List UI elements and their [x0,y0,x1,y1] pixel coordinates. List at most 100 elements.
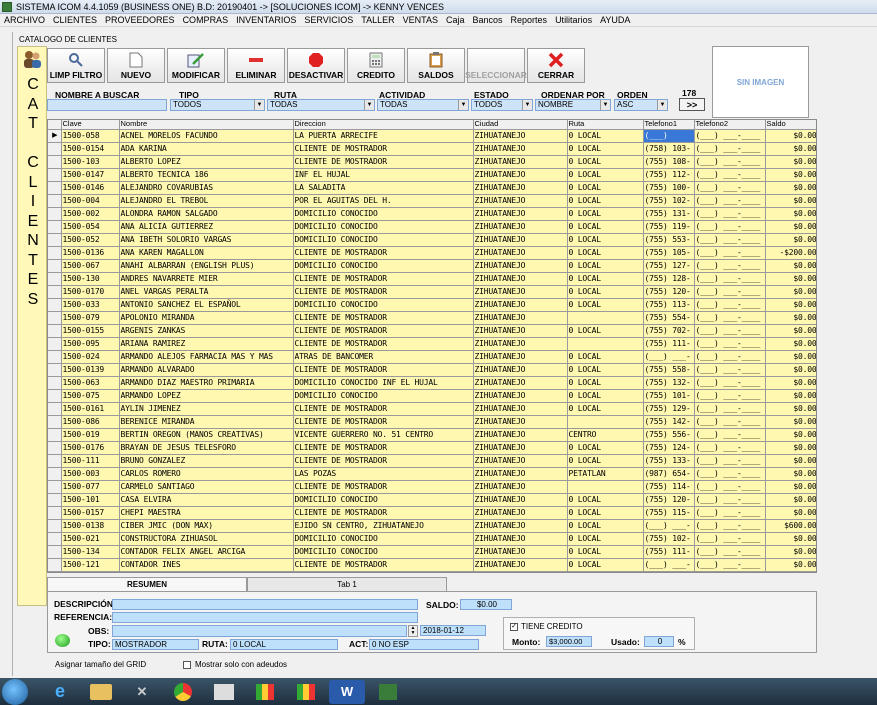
cell-ruta[interactable]: 0 LOCAL [567,441,644,455]
cell-saldo[interactable]: $0.00 [765,506,816,520]
row-selector[interactable] [48,545,62,559]
cell-clave[interactable]: 1500-103 [61,155,120,169]
cell-ciudad[interactable]: ZIHUATANEJO [473,168,568,182]
cell-saldo[interactable]: $0.00 [765,298,816,312]
row-selector[interactable] [48,363,62,377]
cell-ciudad[interactable]: ZIHUATANEJO [473,532,568,546]
cell-telefono1[interactable]: (755) 111- [643,545,695,559]
row-selector[interactable] [48,324,62,338]
cell-clave[interactable]: 1500-079 [61,311,120,325]
table-row[interactable]: 1500-101 CASA ELVIRA DOMICILIO CONOCIDO ZIH… [48,493,816,507]
row-selector[interactable] [48,142,62,156]
search-input[interactable] [47,99,167,111]
cell-clave[interactable]: 1500-004 [61,194,120,208]
table-row[interactable]: 1500-067 ANAHI ALBARRAN (ENGLISH PLUS) DOM… [48,259,816,273]
row-selector[interactable] [48,428,62,442]
cell-clave[interactable]: 1500-095 [61,337,120,351]
cell-ruta[interactable]: 0 LOCAL [567,233,644,247]
grid-size-link[interactable]: Asignar tamaño del GRID [55,660,146,669]
cell-nombre[interactable]: ANEL VARGAS PERALTA [119,285,294,299]
menu-ventas[interactable]: VENTAS [403,15,438,25]
cell-ciudad[interactable]: ZIHUATANEJO [473,181,568,195]
cell-telefono1[interactable]: (755) 108- [643,155,695,169]
col-direccion[interactable]: Direccion [293,120,474,130]
cell-telefono1[interactable]: (755) 556- [643,428,695,442]
row-selector[interactable] [48,272,62,286]
cell-direccion[interactable]: LA SALADITA [293,181,474,195]
cell-nombre[interactable]: ALEJANDRO EL TREBOL [119,194,294,208]
app-icon-taskbar[interactable] [370,680,406,704]
cell-nombre[interactable]: ARMANDO ALVARADO [119,363,294,377]
cell-nombre[interactable]: ANA IBETH SOLORIO VARGAS [119,233,294,247]
cell-ruta[interactable]: 0 LOCAL [567,350,644,364]
col-telefono1[interactable]: Telefono1 [643,120,695,130]
cell-saldo[interactable]: $0.00 [765,428,816,442]
cell-ruta[interactable]: 0 LOCAL [567,285,644,299]
cell-ruta[interactable]: 0 LOCAL [567,298,644,312]
cell-telefono1[interactable]: (755) 129- [643,402,695,416]
cell-clave[interactable]: 1500-019 [61,428,120,442]
estado-select[interactable]: TODOS ▼ [471,99,533,111]
cell-clave[interactable]: 1500-0139 [61,363,120,377]
cell-clave[interactable]: 1500-058 [61,129,120,143]
menu-compras[interactable]: COMPRAS [183,15,229,25]
folder-icon[interactable] [83,680,119,704]
cell-telefono1[interactable]: (755) 112- [643,168,695,182]
cell-telefono1[interactable]: (755) 553- [643,233,695,247]
cell-direccion[interactable]: CLIENTE DE MOSTRADOR [293,337,474,351]
cell-ruta[interactable]: 0 LOCAL [567,194,644,208]
row-selector[interactable] [48,506,62,520]
cell-clave[interactable]: 1500-075 [61,389,120,403]
cell-ruta[interactable]: 0 LOCAL [567,272,644,286]
cell-telefono1[interactable]: (755) 558- [643,363,695,377]
table-row[interactable]: 1500-075 ARMANDO LOPEZ DOMICILIO CONOCIDO Z… [48,389,816,403]
row-selector[interactable] [48,168,62,182]
cell-direccion[interactable]: ATRAS DE BANCOMER [293,350,474,364]
cell-clave[interactable]: 1500-130 [61,272,120,286]
tab-resumen[interactable]: RESUMEN [47,577,247,591]
cell-direccion[interactable]: LAS POZAS [293,467,474,481]
cell-saldo[interactable]: $0.00 [765,233,816,247]
cell-telefono1[interactable]: (755) 114- [643,480,695,494]
cell-direccion[interactable]: CLIENTE DE MOSTRADOR [293,558,474,572]
cell-ciudad[interactable]: ZIHUATANEJO [473,207,568,221]
table-row[interactable]: 1500-054 ANA ALICIA GUTIERREZ DOMICILIO CO… [48,220,816,234]
row-selector[interactable] [48,246,62,260]
cell-clave[interactable]: 1500-0157 [61,506,120,520]
cell-saldo[interactable]: $0.00 [765,181,816,195]
word-icon[interactable]: W [329,679,365,704]
table-row[interactable]: 1500-086 BERENICE MIRANDA CLIENTE DE MOSTR… [48,415,816,429]
row-selector[interactable] [48,532,62,546]
cell-ruta[interactable]: 0 LOCAL [567,454,644,468]
select-button[interactable]: SELECCIONAR [465,48,527,83]
cell-telefono2[interactable]: (___) ___-____ [694,363,766,377]
row-selector[interactable] [48,558,62,572]
cell-ciudad[interactable]: ZIHUATANEJO [473,155,568,169]
cell-ruta[interactable]: 0 LOCAL [567,129,644,143]
cell-direccion[interactable]: CLIENTE DE MOSTRADOR [293,454,474,468]
row-selector[interactable] [48,480,62,494]
cell-telefono2[interactable]: (___) ___-____ [694,142,766,156]
cell-ciudad[interactable]: ZIHUATANEJO [473,337,568,351]
cell-telefono2[interactable]: (___) ___-____ [694,454,766,468]
cell-ciudad[interactable]: ZIHUATANEJO [473,363,568,377]
table-row[interactable]: 1500-0157 CHEPI MAESTRA CLIENTE DE MOSTRAD… [48,506,816,520]
cell-telefono2[interactable]: (___) ___-____ [694,415,766,429]
cell-telefono1[interactable]: (755) 127- [643,259,695,273]
cell-nombre[interactable]: ARMANDO DIAZ MAESTRO PRIMARIA [119,376,294,390]
cell-ciudad[interactable]: ZIHUATANEJO [473,441,568,455]
table-row[interactable]: 1500-077 CARMELO SANTIAGO CLIENTE DE MOSTR… [48,480,816,494]
cell-clave[interactable]: 1500-003 [61,467,120,481]
cell-clave[interactable]: 1500-111 [61,454,120,468]
cell-clave[interactable]: 1500-0147 [61,168,120,182]
cell-telefono1[interactable]: (___) ___- [643,519,695,533]
cell-direccion[interactable]: DOMICILIO CONOCIDO [293,207,474,221]
cell-direccion[interactable]: LA PUERTA ARRECIFE [293,129,474,143]
cell-ruta[interactable]: 0 LOCAL [567,324,644,338]
cell-clave[interactable]: 1500-033 [61,298,120,312]
cell-direccion[interactable]: CLIENTE DE MOSTRADOR [293,363,474,377]
table-row[interactable]: 1500-019 BERTIN OREGON (MANOS CREATIVAS) V… [48,428,816,442]
cell-direccion[interactable]: CLIENTE DE MOSTRADOR [293,402,474,416]
cell-saldo[interactable]: $0.00 [765,376,816,390]
cell-telefono1[interactable]: (755) 113- [643,298,695,312]
